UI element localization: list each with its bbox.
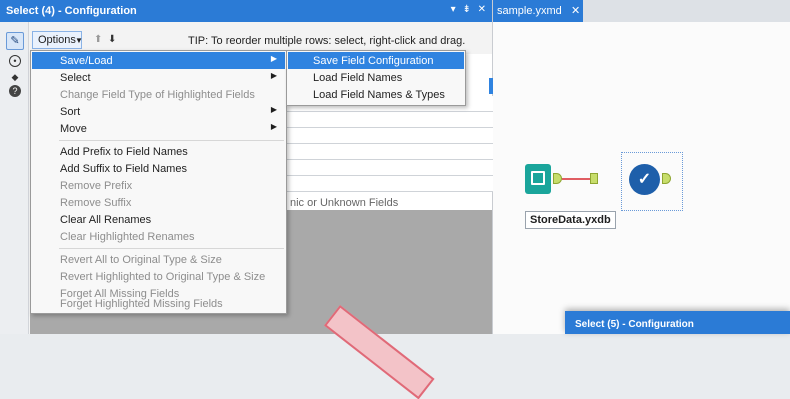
menu-item-label: Revert All to Original Type & Size: [60, 254, 222, 266]
tip-text: TIP: To reorder multiple rows: select, r…: [188, 35, 466, 47]
chevron-right-icon: ▶: [270, 71, 277, 80]
menu-item-load-field-names[interactable]: Load Field Names: [288, 69, 464, 86]
table-row[interactable]: [286, 128, 519, 144]
configuration-title: Select (4) - Configuration: [6, 5, 137, 17]
input-anchor[interactable]: [590, 173, 598, 184]
menu-item-sort[interactable]: Sort ▶: [32, 103, 285, 120]
side-toolbar: ✎ • ◆ ?: [0, 22, 29, 334]
target-icon[interactable]: •: [9, 55, 21, 67]
help-icon[interactable]: ?: [9, 85, 21, 97]
panel-window-controls[interactable]: ▾ ⇟ ✕: [451, 4, 488, 15]
menu-item-label: Remove Prefix: [60, 180, 133, 192]
menu-item-label: Change Field Type of Highlighted Fields: [60, 89, 255, 101]
select-tool[interactable]: ✓: [629, 164, 660, 195]
menu-item-label: Add Suffix to Field Names: [60, 163, 187, 175]
save-load-submenu: Save Field Configuration Load Field Name…: [286, 50, 466, 106]
menu-item-label: Save Field Configuration: [313, 55, 434, 67]
menu-item-add-prefix[interactable]: Add Prefix to Field Names: [32, 143, 285, 160]
chevron-right-icon: ▶: [270, 105, 277, 114]
menu-item-revert-highlighted: Revert Highlighted to Original Type & Si…: [32, 268, 285, 285]
table-row[interactable]: [286, 160, 519, 176]
menu-separator: [59, 140, 284, 141]
menu-item-label: Move: [60, 123, 87, 135]
menu-item-label: Add Prefix to Field Names: [60, 146, 188, 158]
output-anchor[interactable]: [553, 173, 562, 184]
menu-item-label: Sort: [60, 106, 81, 118]
close-icon[interactable]: ✕: [571, 4, 580, 17]
book-icon: [531, 171, 545, 185]
menu-item-label: Load Field Names & Types: [313, 89, 445, 101]
tab-sample-yxmd[interactable]: sample.yxmd ✕: [493, 0, 583, 22]
chevron-right-icon: ▶: [270, 122, 277, 131]
menu-item-label: Save/Load: [60, 55, 113, 67]
options-button[interactable]: Options ▼: [32, 31, 83, 49]
tab-label: sample.yxmd: [497, 5, 562, 17]
menu-item-label: Load Field Names: [313, 72, 403, 84]
table-row[interactable]: [286, 112, 519, 128]
chevron-down-icon: ▼: [75, 36, 83, 45]
unknown-fields-row[interactable]: nic or Unknown Fields: [286, 194, 519, 210]
menu-item-label: Remove Suffix: [60, 197, 132, 209]
configuration-titlebar: Select (4) - Configuration ▾ ⇟ ✕: [0, 0, 492, 22]
menu-item-save-field-configuration[interactable]: Save Field Configuration: [288, 52, 464, 69]
menu-item-label: Clear All Renames: [60, 214, 152, 226]
tag-icon[interactable]: ◆: [9, 71, 21, 83]
options-menu: Save/Load ▶ Select ▶ Change Field Type of …: [30, 50, 287, 314]
menu-item-label: Select: [60, 72, 91, 84]
input-data-tool[interactable]: [525, 164, 551, 194]
menu-item-change-field-type: Change Field Type of Highlighted Fields: [32, 86, 285, 103]
menu-item-revert-all: Revert All to Original Type & Size: [32, 251, 285, 268]
menu-item-label: Revert Highlighted to Original Type & Si…: [60, 271, 266, 283]
move-down-icon[interactable]: ⬇: [108, 34, 116, 45]
options-button-label: Options: [38, 34, 76, 46]
options-toolbar: Options ▼ ⬆ ⬇ TIP: To reorder multiple r…: [30, 30, 492, 52]
menu-item-clear-all-renames[interactable]: Clear All Renames: [32, 211, 285, 228]
menu-item-select[interactable]: Select ▶: [32, 69, 285, 86]
second-config-window[interactable]: Select (5) - Configuration: [565, 311, 790, 334]
tool-label: StoreData.yxdb: [525, 211, 616, 229]
menu-item-forget-highlighted-missing: Forget Highlighted Missing Fields: [32, 295, 285, 312]
menu-item-save-load[interactable]: Save/Load ▶: [32, 52, 285, 69]
table-row[interactable]: [286, 144, 519, 160]
menu-item-clear-highlighted-renames: Clear Highlighted Renames: [32, 228, 285, 245]
menu-separator: [59, 248, 284, 249]
menu-item-remove-prefix: Remove Prefix: [32, 177, 285, 194]
menu-item-label: Clear Highlighted Renames: [60, 231, 195, 243]
chevron-right-icon: ▶: [270, 54, 277, 63]
menu-item-add-suffix[interactable]: Add Suffix to Field Names: [32, 160, 285, 177]
table-row[interactable]: [286, 176, 519, 192]
workflow-canvas[interactable]: sample.yxmd ✕ ✓ StoreData.yxdb Select (5…: [493, 0, 790, 334]
menu-item-load-field-names-types[interactable]: Load Field Names & Types: [288, 86, 464, 103]
wrench-icon[interactable]: ✎: [6, 32, 24, 50]
menu-item-move[interactable]: Move ▶: [32, 120, 285, 137]
menu-item-label: Forget Highlighted Missing Fields: [60, 298, 223, 310]
menu-item-remove-suffix: Remove Suffix: [32, 194, 285, 211]
move-up-icon[interactable]: ⬆: [94, 34, 102, 45]
connection-line[interactable]: [562, 178, 590, 180]
document-tab-bar: sample.yxmd ✕: [493, 0, 790, 22]
